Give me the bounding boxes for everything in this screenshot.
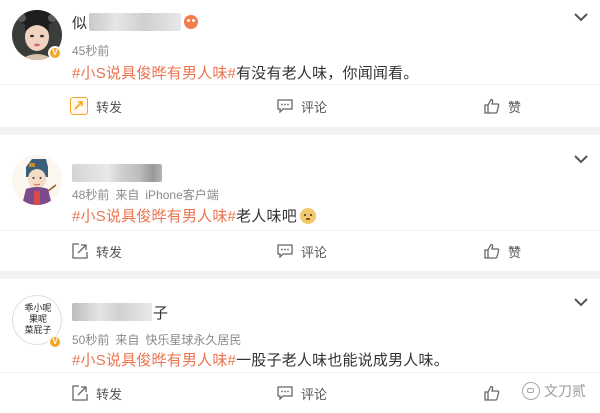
repost-icon bbox=[72, 243, 88, 259]
post-meta: 50秒前 来自 快乐星球永久居民 bbox=[72, 331, 241, 348]
post-time: 45秒前 bbox=[72, 44, 110, 58]
post-card-2: 48秒前 来自 iPhone客户端 #小S说具俊晔有男人味# 老人味吧 转发 评论 赞 bbox=[0, 135, 600, 271]
watermark-logo-icon bbox=[522, 382, 540, 400]
post-time: 48秒前 bbox=[72, 188, 110, 202]
repost-button[interactable]: 转发 bbox=[70, 86, 122, 126]
comment-icon bbox=[277, 244, 293, 258]
post-card-3: 乖小呢 果呢 菜屁子 V 子 50秒前 来自 快乐星球永久居民 #小S说具俊晔有男人… bbox=[0, 279, 600, 413]
post-content: #小S说具俊晔有男人味# 老人味吧 bbox=[72, 205, 316, 226]
post-content: #小S说具俊晔有男人味#一股子老人味也能说成男人味。 bbox=[72, 349, 449, 370]
source-prefix: 来自 bbox=[115, 333, 140, 347]
avatar-calligraphy: 乖小呢 果呢 菜屁子 bbox=[24, 304, 52, 336]
verified-badge-icon: V bbox=[48, 335, 62, 349]
username[interactable]: 子 bbox=[72, 302, 168, 322]
like-button[interactable]: 赞 bbox=[484, 86, 521, 126]
username[interactable]: 似 bbox=[72, 12, 199, 32]
doge-emoji-icon bbox=[299, 207, 316, 224]
topic-link[interactable]: #小S说具俊晔有男人味# bbox=[72, 65, 236, 82]
thumbs-up-icon bbox=[484, 243, 500, 259]
watermark-text: 文刀贰 bbox=[544, 383, 586, 399]
username-blur bbox=[72, 303, 152, 321]
chevron-down-icon[interactable] bbox=[574, 297, 588, 307]
avatar[interactable] bbox=[12, 155, 62, 205]
post-actions: 转发 评论 bbox=[0, 373, 600, 413]
comment-button[interactable]: 评论 bbox=[277, 231, 327, 271]
post-meta: 45秒前 bbox=[72, 42, 115, 59]
comment-icon bbox=[277, 99, 293, 113]
post-content: #小S说具俊晔有男人味#有没有老人味，你闻闻看。 bbox=[72, 62, 419, 83]
repost-icon bbox=[72, 385, 88, 401]
username-blur[interactable] bbox=[72, 164, 162, 182]
username-visible-part: 似 bbox=[72, 14, 88, 32]
like-button[interactable]: 赞 bbox=[484, 231, 521, 271]
like-button[interactable] bbox=[484, 373, 508, 413]
post-source[interactable]: 快乐星球永久居民 bbox=[145, 333, 241, 347]
post-text: 有没有老人味，你闻闻看。 bbox=[236, 65, 419, 82]
comment-button[interactable]: 评论 bbox=[277, 373, 327, 413]
repost-icon bbox=[70, 97, 88, 115]
repost-button[interactable]: 转发 bbox=[72, 373, 122, 413]
topic-link[interactable]: #小S说具俊晔有男人味# bbox=[72, 205, 236, 226]
comment-label: 评论 bbox=[301, 99, 328, 115]
like-label: 赞 bbox=[508, 244, 522, 260]
comment-icon bbox=[277, 386, 293, 400]
post-time: 50秒前 bbox=[72, 333, 110, 347]
chevron-down-icon[interactable] bbox=[574, 154, 588, 164]
verified-badge-icon: V bbox=[48, 46, 62, 60]
divider bbox=[0, 84, 600, 85]
repost-button[interactable]: 转发 bbox=[72, 231, 122, 271]
username-visible-part: 子 bbox=[153, 304, 169, 322]
post-actions: 转发 评论 赞 bbox=[0, 86, 600, 126]
repost-label: 转发 bbox=[96, 386, 123, 402]
username-blur bbox=[89, 13, 182, 31]
topic-link[interactable]: #小S说具俊晔有男人味# bbox=[72, 352, 236, 369]
comment-label: 评论 bbox=[301, 386, 328, 402]
fan-badge-icon bbox=[184, 15, 199, 29]
thumbs-up-icon bbox=[484, 98, 500, 114]
post-text: 一股子老人味也能说成男人味。 bbox=[236, 352, 449, 369]
post-actions: 转发 评论 赞 bbox=[0, 231, 600, 271]
repost-label: 转发 bbox=[96, 99, 123, 115]
like-label: 赞 bbox=[508, 99, 522, 115]
post-card-1: V 似 45秒前 #小S说具俊晔有男人味#有没有老人味，你闻闻看。 转发 评论 … bbox=[0, 0, 600, 127]
post-text: 老人味吧 bbox=[236, 208, 297, 225]
thumbs-up-icon bbox=[484, 385, 500, 401]
source-prefix: 来自 bbox=[115, 188, 140, 202]
repost-label: 转发 bbox=[96, 244, 123, 260]
comment-label: 评论 bbox=[301, 244, 328, 260]
post-meta: 48秒前 来自 iPhone客户端 bbox=[72, 186, 219, 203]
chevron-down-icon[interactable] bbox=[574, 12, 588, 22]
comment-button[interactable]: 评论 bbox=[277, 86, 327, 126]
watermark: 文刀贰 bbox=[522, 381, 586, 401]
post-source[interactable]: iPhone客户端 bbox=[145, 188, 218, 202]
